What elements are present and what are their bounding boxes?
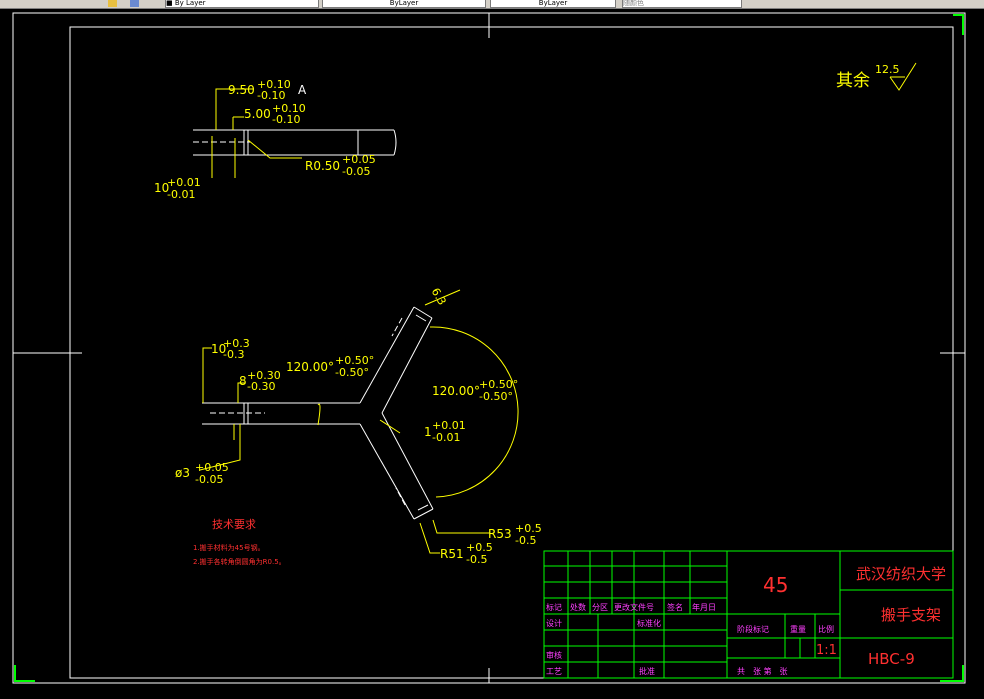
dim-950-tol-dn: -0.10 bbox=[257, 89, 285, 102]
dim-500-tol-dn: -0.10 bbox=[272, 113, 300, 126]
dim-ang2-tol-dn: -0.50° bbox=[479, 390, 513, 403]
dim-d63: 6.3 bbox=[429, 286, 449, 308]
hdr-zone: 分区 bbox=[592, 603, 608, 612]
hdr-doc: 更改文件号 bbox=[614, 602, 654, 612]
dim-r050: R0.50 bbox=[305, 159, 340, 173]
dim-ang1: 120.00° bbox=[286, 360, 334, 374]
finish-value: 12.5 bbox=[875, 63, 900, 76]
dim-d10-tol-dn: -0.3 bbox=[223, 348, 244, 361]
lbl-ratio: 比例 bbox=[818, 624, 834, 634]
dim-r53-tol-dn: -0.5 bbox=[515, 534, 536, 547]
dim-t1-tol-dn: -0.01 bbox=[432, 431, 460, 444]
dim-r53: R53 bbox=[488, 527, 512, 541]
dim-ang2: 120.00° bbox=[432, 384, 480, 398]
tech-req-line-2: 2.搬手各转角倒圆角为R0.5。 bbox=[193, 557, 286, 566]
dim-950: 9.50 bbox=[228, 83, 255, 97]
drawing-canvas[interactable]: 其余 12.5 9.50 +0.10 -0.10 A 5.00 +0.10 -0… bbox=[0, 8, 984, 699]
hdr-date: 年月日 bbox=[692, 602, 716, 612]
dim-t1: 1 bbox=[424, 425, 432, 439]
dim-ang1-tol-dn: -0.50° bbox=[335, 366, 369, 379]
hdr-mark: 标记 bbox=[546, 602, 562, 612]
technical-requirements: 技术要求 1.搬手材料为45号钢。 2.搬手各转角倒圆角为R0.5。 bbox=[193, 518, 286, 566]
material-value: 45 bbox=[763, 573, 788, 597]
dim-d8: 8 bbox=[239, 374, 247, 388]
lineweight-dropdown[interactable]: ByLayer bbox=[490, 0, 616, 8]
surface-finish-note: 其余 12.5 bbox=[836, 62, 917, 91]
part-name: 搬手支架 bbox=[881, 606, 941, 624]
dim-d8-tol-dn: -0.30 bbox=[247, 380, 275, 393]
plotstyle-dropdown[interactable]: 随颜色 bbox=[622, 0, 742, 8]
lbl-approve: 批准 bbox=[639, 666, 655, 676]
scale-value: 1:1 bbox=[816, 643, 837, 658]
lbl-process: 工艺 bbox=[546, 667, 562, 676]
finish-note-text: 其余 bbox=[836, 71, 870, 91]
school-name: 武汉纺织大学 bbox=[856, 565, 946, 583]
tech-req-line-1: 1.搬手材料为45号钢。 bbox=[193, 543, 265, 552]
drawing-number: HBC-9 bbox=[868, 650, 915, 668]
lbl-stage: 阶段标记 bbox=[737, 624, 769, 634]
linetype-dropdown[interactable]: ByLayer bbox=[322, 0, 486, 8]
lbl-design: 设计 bbox=[546, 618, 562, 628]
dim-t10-tol-dn: -0.01 bbox=[167, 188, 195, 201]
lbl-sheets: 共 张 第 张 bbox=[737, 666, 788, 676]
layer-dropdown[interactable]: ■ By Layer bbox=[165, 0, 319, 8]
hdr-qty: 处数 bbox=[570, 602, 586, 612]
tech-req-title: 技术要求 bbox=[212, 518, 256, 531]
layer-state-icon[interactable] bbox=[108, 0, 117, 7]
dim-500: 5.00 bbox=[244, 107, 271, 121]
dim-d3-tol-dn: -0.05 bbox=[195, 473, 223, 486]
title-block: 45 武汉纺织大学 搬手支架 HBC-9 1:1 标记 处数 分区 更改文件号 … bbox=[543, 550, 954, 679]
lbl-weight: 重量 bbox=[790, 624, 806, 634]
hdr-sign: 签名 bbox=[667, 602, 683, 612]
dim-d3: ø3 bbox=[175, 466, 190, 480]
lbl-standard: 标准化 bbox=[637, 618, 661, 628]
dim-r050-tol-dn: -0.05 bbox=[342, 165, 370, 178]
dim-r51-tol-dn: -0.5 bbox=[466, 553, 487, 566]
view-label: A bbox=[298, 83, 307, 97]
layer-manager-icon[interactable] bbox=[130, 0, 139, 7]
dim-r51: R51 bbox=[440, 547, 464, 561]
lbl-review: 审核 bbox=[546, 650, 562, 660]
detail-view: 9.50 +0.10 -0.10 A 5.00 +0.10 -0.10 R0.5… bbox=[154, 78, 397, 201]
